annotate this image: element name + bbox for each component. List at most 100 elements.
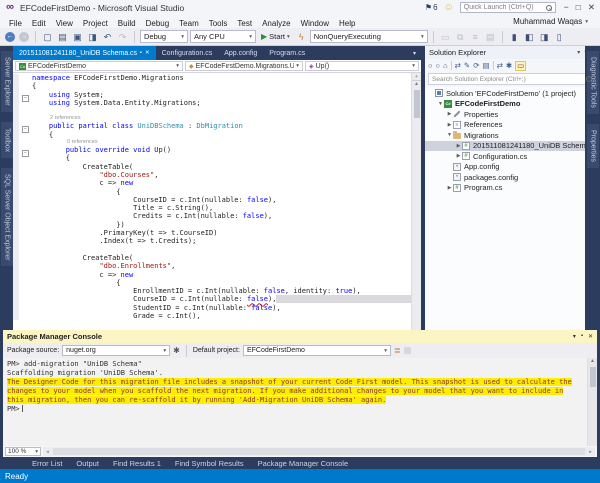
menu-item-build[interactable]: Build: [113, 19, 141, 28]
user-account-button[interactable]: Muhammad Waqas ▾: [513, 17, 596, 26]
console-vertical-scrollbar[interactable]: ▲: [587, 358, 597, 446]
scrollbar-thumb[interactable]: [414, 90, 420, 118]
menu-item-help[interactable]: Help: [334, 19, 360, 28]
menu-item-edit[interactable]: Edit: [27, 19, 51, 28]
scroll-up-icon[interactable]: ▲: [414, 81, 419, 88]
scroll-right-icon[interactable]: ▸: [586, 449, 595, 455]
home-icon[interactable]: ⌂: [443, 61, 448, 70]
start-debug-button[interactable]: ▶ Start ▾: [258, 32, 293, 41]
sync-with-active-document-icon[interactable]: ⇄: [497, 61, 503, 70]
menu-item-project[interactable]: Project: [78, 19, 113, 28]
side-tab-properties[interactable]: Properties: [587, 124, 599, 168]
menu-item-analyze[interactable]: Analyze: [257, 19, 295, 28]
collapsed-arrow-icon[interactable]: ▶: [446, 111, 453, 117]
collapsed-arrow-icon[interactable]: ▶: [455, 153, 462, 159]
notifications-button[interactable]: ⚑ 6: [425, 3, 438, 12]
navigate-back-button[interactable]: ←: [5, 32, 15, 42]
minimize-button[interactable]: −: [564, 2, 569, 13]
navigate-forward-button[interactable]: →: [19, 32, 29, 42]
refresh-icon[interactable]: ⟳: [473, 61, 479, 70]
close-icon[interactable]: ✕: [145, 50, 150, 56]
scrollbar-thumb[interactable]: [590, 367, 596, 387]
code-editor[interactable]: namespace EFCodeFirstDemo.Migrations{− u…: [13, 73, 421, 330]
document-tab[interactable]: Configuration.cs: [156, 46, 219, 60]
tree-item[interactable]: ▶Properties: [425, 109, 599, 120]
zoom-level-dropdown[interactable]: 100 % ▾: [5, 447, 41, 456]
menu-item-file[interactable]: File: [4, 19, 27, 28]
tree-item[interactable]: ▶Program.cs: [425, 183, 599, 194]
side-tab-toolbox[interactable]: Toolbox: [1, 122, 13, 158]
document-tab[interactable]: 201511081241180_UniDB Schema.cs▪✕: [13, 46, 156, 60]
menu-item-test[interactable]: Test: [232, 19, 257, 28]
preview-selected-items-icon[interactable]: ▭: [515, 61, 526, 71]
collapsed-arrow-icon[interactable]: ▶: [455, 143, 462, 149]
undo-button[interactable]: ↶: [101, 30, 114, 44]
tree-item[interactable]: ▼EFCodeFirstDemo: [425, 99, 599, 110]
save-all-button[interactable]: ◨: [86, 30, 99, 44]
tree-item[interactable]: ▶References: [425, 120, 599, 131]
solution-platform-dropdown[interactable]: Any CPU ▾: [190, 30, 256, 43]
save-button[interactable]: ▣: [71, 30, 84, 44]
side-tab-server-explorer[interactable]: Server Explorer: [1, 51, 13, 112]
bottom-tab-find-symbol-results[interactable]: Find Symbol Results: [169, 459, 250, 468]
package-source-settings-icon[interactable]: ✱: [173, 346, 180, 355]
default-project-dropdown[interactable]: EFCodeFirstDemo ▾: [243, 345, 391, 356]
forward-icon[interactable]: ○: [436, 61, 441, 70]
scroll-left-icon[interactable]: ◂: [43, 449, 52, 455]
solution-explorer-search-input[interactable]: Search Solution Explorer (Ctrl+;): [428, 73, 596, 85]
bottom-tab-output[interactable]: Output: [70, 459, 105, 468]
solution-configuration-dropdown[interactable]: Debug ▾: [140, 30, 188, 43]
menu-item-tools[interactable]: Tools: [204, 19, 233, 28]
package-source-dropdown[interactable]: nuget.org ▾: [62, 345, 170, 356]
splitter-handle-icon[interactable]: +: [412, 73, 421, 81]
bookmark-clear-button[interactable]: ▯: [553, 30, 566, 44]
tree-item[interactable]: ▼Migrations: [425, 130, 599, 141]
scroll-up-icon[interactable]: ▲: [590, 358, 595, 365]
maximize-button[interactable]: □: [576, 2, 581, 13]
back-icon[interactable]: ○: [428, 61, 433, 70]
bottom-tab-error-list[interactable]: Error List: [26, 459, 68, 468]
tree-item[interactable]: packages.config: [425, 172, 599, 183]
codelens-references[interactable]: 2 references: [32, 115, 81, 122]
close-button[interactable]: ✕: [588, 2, 595, 13]
collapsed-arrow-icon[interactable]: ▶: [446, 185, 453, 191]
collapse-all-icon[interactable]: ▤: [482, 61, 489, 70]
tree-item[interactable]: App.config: [425, 162, 599, 173]
project-dropdown[interactable]: EFCodeFirstDemo ▾: [15, 61, 183, 71]
query-event-dropdown[interactable]: NonQueryExecuting ▾: [310, 30, 428, 43]
bookmark-next-button[interactable]: ◨: [538, 30, 551, 44]
pmc-title-bar[interactable]: Package Manager Console ▾ ▪ ✕: [3, 330, 597, 343]
close-icon[interactable]: ✕: [588, 333, 593, 340]
pin-icon[interactable]: ▪: [581, 333, 583, 340]
menu-item-view[interactable]: View: [51, 19, 78, 28]
codelens-references[interactable]: 0 references: [32, 139, 98, 146]
menu-item-window[interactable]: Window: [296, 19, 334, 28]
menu-item-team[interactable]: Team: [174, 19, 204, 28]
clear-console-icon[interactable]: ≣: [394, 346, 401, 355]
window-position-icon[interactable]: ▾: [573, 333, 576, 340]
expanded-arrow-icon[interactable]: ▼: [446, 132, 453, 138]
solution-explorer-title-bar[interactable]: Solution Explorer ▾ ▪ ✕: [425, 46, 599, 59]
side-tab-sql-server-object-explorer[interactable]: SQL Server Object Explorer: [1, 168, 13, 267]
new-item-button[interactable]: ▢: [41, 30, 54, 44]
redo-button[interactable]: ↷: [116, 30, 129, 44]
document-tab[interactable]: Program.cs: [263, 46, 311, 60]
pin-icon[interactable]: ▪: [140, 50, 142, 56]
pending-changes-icon[interactable]: ✎: [464, 61, 470, 70]
collapsed-arrow-icon[interactable]: ▶: [446, 122, 453, 128]
editor-vertical-scrollbar[interactable]: + ▲: [411, 73, 421, 330]
document-tab[interactable]: App.config: [218, 46, 263, 60]
open-file-button[interactable]: ▤: [56, 30, 69, 44]
member-dropdown[interactable]: ◈ Up() ▾: [305, 61, 419, 71]
quick-launch-input[interactable]: Quick Launch (Ctrl+Q): [460, 2, 556, 13]
feedback-smiley-icon[interactable]: ☺: [444, 2, 454, 13]
tree-item[interactable]: Solution 'EFCodeFirstDemo' (1 project): [425, 88, 599, 99]
console-horizontal-scrollbar[interactable]: ◂ ▸: [43, 447, 595, 456]
window-position-icon[interactable]: ▾: [577, 49, 580, 56]
bottom-tab-package-manager-console[interactable]: Package Manager Console: [252, 459, 354, 468]
tree-item[interactable]: ▶Configuration.cs: [425, 151, 599, 162]
scrollbar-thumb[interactable]: [53, 448, 585, 455]
menu-item-debug[interactable]: Debug: [141, 19, 175, 28]
properties-icon[interactable]: ✱: [506, 61, 512, 70]
bottom-tab-find-results-1[interactable]: Find Results 1: [107, 459, 167, 468]
